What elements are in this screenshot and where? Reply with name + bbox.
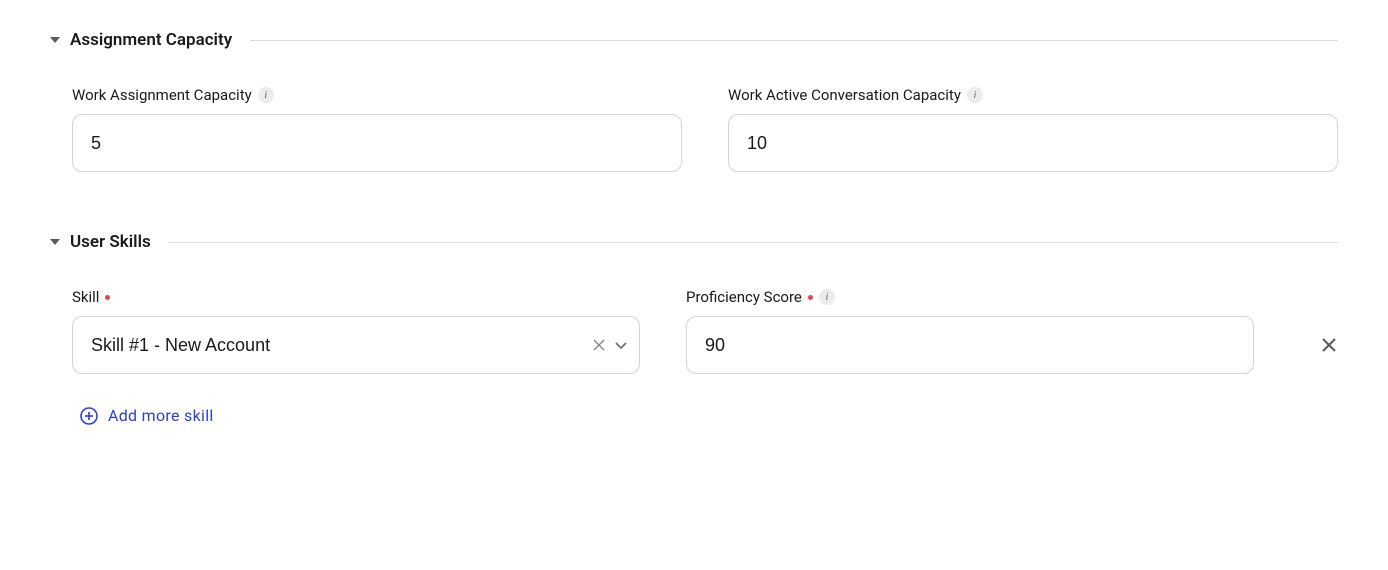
- section-user-skills: User Skills Skill: [50, 232, 1338, 429]
- remove-row-icon[interactable]: [1320, 316, 1338, 374]
- collapse-toggle-icon[interactable]: [50, 237, 60, 247]
- skill-input[interactable]: [72, 316, 640, 374]
- skill-combobox[interactable]: [72, 316, 640, 374]
- section-title: Assignment Capacity: [70, 30, 232, 50]
- add-more-skill-button[interactable]: Add more skill: [80, 406, 214, 425]
- required-indicator-icon: [105, 295, 110, 300]
- field-skill: Skill: [72, 288, 640, 374]
- section-divider: [169, 242, 1338, 243]
- proficiency-score-input[interactable]: [686, 316, 1254, 374]
- section-divider: [250, 40, 1338, 41]
- chevron-down-icon[interactable]: [614, 338, 628, 352]
- work-active-conversation-capacity-input[interactable]: [728, 114, 1338, 172]
- section-assignment-capacity: Assignment Capacity Work Assignment Capa…: [50, 30, 1338, 172]
- field-work-assignment-capacity: Work Assignment Capacity i: [72, 86, 682, 172]
- combo-controls: [592, 338, 628, 352]
- section-header: User Skills: [50, 232, 1338, 252]
- add-more-label: Add more skill: [108, 406, 214, 425]
- label-text: Skill: [72, 288, 99, 306]
- section-header: Assignment Capacity: [50, 30, 1338, 50]
- field-label: Skill: [72, 288, 640, 306]
- label-text: Proficiency Score: [686, 288, 802, 306]
- skill-row: Skill Proficiency Score i: [50, 288, 1338, 374]
- field-label: Work Assignment Capacity i: [72, 86, 682, 104]
- label-text: Work Active Conversation Capacity: [728, 86, 961, 104]
- info-icon[interactable]: i: [819, 289, 835, 305]
- clear-icon[interactable]: [592, 338, 606, 352]
- field-work-active-conversation-capacity: Work Active Conversation Capacity i: [728, 86, 1338, 172]
- section-title: User Skills: [70, 232, 151, 252]
- work-assignment-capacity-input[interactable]: [72, 114, 682, 172]
- fields-row: Work Assignment Capacity i Work Active C…: [50, 86, 1338, 172]
- add-more-row: Add more skill: [50, 406, 1338, 429]
- field-label: Work Active Conversation Capacity i: [728, 86, 1338, 104]
- field-proficiency-score: Proficiency Score i: [686, 288, 1254, 374]
- required-indicator-icon: [808, 295, 813, 300]
- info-icon[interactable]: i: [967, 87, 983, 103]
- info-icon[interactable]: i: [258, 87, 274, 103]
- collapse-toggle-icon[interactable]: [50, 35, 60, 45]
- field-label: Proficiency Score i: [686, 288, 1254, 306]
- label-text: Work Assignment Capacity: [72, 86, 252, 104]
